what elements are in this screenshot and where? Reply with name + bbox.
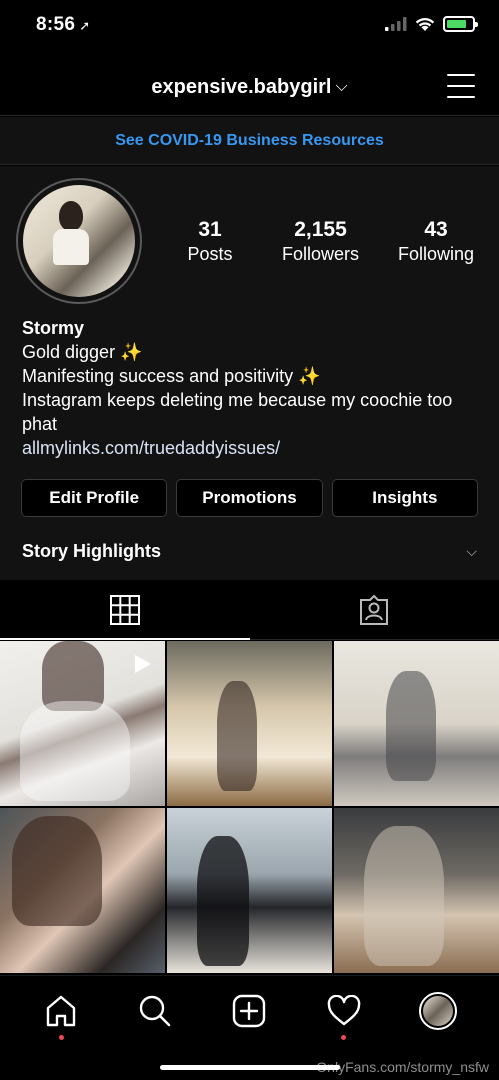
posts-stat[interactable]: 31 Posts bbox=[170, 218, 250, 266]
post-thumbnail[interactable] bbox=[0, 641, 165, 806]
cellular-signal-icon bbox=[385, 17, 407, 31]
status-time: 8:56 ➚ bbox=[36, 14, 90, 36]
story-highlights-label: Story Highlights bbox=[22, 540, 161, 561]
search-icon bbox=[140, 995, 171, 1027]
post-figure bbox=[386, 671, 436, 781]
posts-label: Posts bbox=[187, 244, 233, 264]
posts-grid bbox=[0, 641, 499, 975]
edit-profile-button[interactable]: Edit Profile bbox=[21, 479, 168, 517]
following-count: 43 bbox=[424, 218, 448, 241]
profile-tabs bbox=[0, 580, 499, 640]
play-icon bbox=[135, 655, 151, 673]
wifi-icon bbox=[415, 17, 435, 31]
profile-display-name: Stormy bbox=[22, 318, 85, 338]
grid-icon bbox=[109, 594, 140, 625]
following-stat[interactable]: 43 Following bbox=[391, 218, 481, 266]
followers-label: Followers bbox=[281, 244, 360, 264]
chevron-down-icon: ⌵ bbox=[466, 542, 477, 559]
post-figure bbox=[217, 681, 257, 791]
bio-line: Manifesting success and positivity ✨ bbox=[22, 366, 321, 386]
status-bar: 8:56 ➚ bbox=[0, 0, 499, 52]
nav-home[interactable] bbox=[38, 988, 84, 1040]
profile-header: expensive.babygirl ⌵ bbox=[0, 62, 499, 116]
following-label: Following bbox=[397, 244, 475, 264]
account-switcher[interactable]: expensive.babygirl ⌵ bbox=[0, 76, 499, 99]
home-icon bbox=[46, 995, 76, 1027]
profile-section: 31 Posts 2,155 Followers 43 Following St… bbox=[0, 166, 499, 580]
posts-count: 31 bbox=[198, 218, 222, 241]
username-label: expensive.babygirl bbox=[151, 76, 332, 98]
location-arrow-icon: ➚ bbox=[79, 18, 91, 33]
post-figure bbox=[12, 816, 102, 926]
bio-website-link[interactable]: allmylinks.com/truedaddyissues/ bbox=[22, 436, 477, 460]
new-post-icon bbox=[233, 994, 266, 1028]
status-indicators bbox=[385, 16, 478, 32]
watermark-text: OnlyFans.com/stormy_nsfw bbox=[316, 1059, 489, 1075]
battery-charging-icon bbox=[443, 16, 478, 32]
post-thumbnail[interactable] bbox=[334, 641, 499, 806]
heart-icon bbox=[327, 995, 360, 1026]
covid-resources-link[interactable]: See COVID-19 Business Resources bbox=[115, 132, 384, 150]
tab-tagged[interactable] bbox=[250, 580, 499, 639]
profile-stats: 31 Posts 2,155 Followers 43 Following bbox=[170, 218, 481, 266]
covid-resources-banner[interactable]: See COVID-19 Business Resources bbox=[0, 117, 499, 165]
tab-posts-grid[interactable] bbox=[0, 580, 250, 640]
notification-dot bbox=[58, 1035, 64, 1040]
post-figure bbox=[197, 836, 249, 966]
post-thumbnail[interactable] bbox=[334, 808, 499, 973]
bio-line: Instagram keeps deleting me because my c… bbox=[22, 390, 453, 434]
promotions-button[interactable]: Promotions bbox=[176, 479, 323, 517]
followers-stat[interactable]: 2,155 Followers bbox=[271, 218, 371, 266]
bio-line: Gold digger ✨ bbox=[22, 342, 143, 362]
profile-avatar-ring[interactable] bbox=[16, 178, 142, 304]
insights-button[interactable]: Insights bbox=[331, 479, 478, 517]
story-highlights-toggle[interactable]: Story Highlights ⌵ bbox=[22, 536, 477, 566]
nav-search[interactable] bbox=[132, 988, 178, 1034]
profile-avatar[interactable] bbox=[23, 185, 135, 297]
profile-bio: Stormy Gold digger ✨ Manifesting success… bbox=[22, 316, 477, 460]
post-figure bbox=[364, 826, 444, 966]
notification-dot bbox=[341, 1035, 347, 1040]
home-indicator[interactable] bbox=[160, 1065, 340, 1070]
followers-count: 2,155 bbox=[294, 218, 347, 241]
profile-avatar-icon bbox=[418, 992, 457, 1030]
nav-activity[interactable] bbox=[321, 988, 367, 1040]
post-thumbnail[interactable] bbox=[167, 808, 332, 973]
bottom-navigation: OnlyFans.com/stormy_nsfw bbox=[0, 975, 499, 1080]
post-thumbnail[interactable] bbox=[0, 808, 165, 973]
battery-fill bbox=[447, 20, 467, 28]
nav-new-post[interactable] bbox=[226, 988, 272, 1034]
tagged-person-icon bbox=[360, 594, 389, 625]
clock-text: 8:56 bbox=[36, 14, 76, 35]
post-figure bbox=[20, 701, 130, 801]
hamburger-menu-icon[interactable] bbox=[447, 74, 475, 98]
post-thumbnail[interactable] bbox=[167, 641, 332, 806]
chevron-down-icon: ⌵ bbox=[335, 78, 348, 95]
nav-profile[interactable] bbox=[415, 988, 461, 1034]
profile-actions: Edit Profile Promotions Insights bbox=[21, 479, 478, 517]
